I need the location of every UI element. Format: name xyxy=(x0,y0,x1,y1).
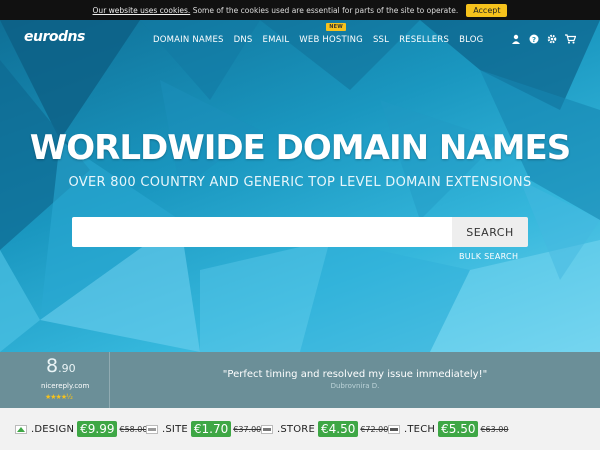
bulk-search-link[interactable]: BULK SEARCH xyxy=(459,252,518,261)
header-icons: ? xyxy=(510,34,576,47)
nav-domain-names[interactable]: DOMAIN NAMES xyxy=(153,35,224,45)
domain-search-input[interactable] xyxy=(72,217,452,247)
site-header: eurodns DOMAIN NAMES DNS EMAIL WEB HOSTI… xyxy=(0,20,600,60)
nav-blog[interactable]: BLOG xyxy=(459,35,483,45)
nav-resellers[interactable]: RESELLERS xyxy=(399,35,449,45)
user-icon[interactable] xyxy=(510,34,522,47)
cookie-text: Our website uses cookies. Some of the co… xyxy=(93,6,459,15)
old-price: €37.00 xyxy=(233,424,262,434)
nav-ssl[interactable]: SSL xyxy=(373,35,389,45)
promo-design[interactable]: .DESIGN €9.99 €58.00 xyxy=(15,419,147,439)
review-score-dec: .90 xyxy=(58,362,76,375)
help-icon[interactable]: ? xyxy=(528,34,540,47)
review-strip: 8.90 nicereply.com ★★★★½ "Perfect timing… xyxy=(0,352,600,408)
design-tld-icon xyxy=(15,424,27,434)
tld-name: .SITE xyxy=(162,423,188,435)
promo-price: €9.99 xyxy=(77,421,118,437)
promo-store[interactable]: .STORE €4.50 €72.00 xyxy=(261,419,388,439)
review-source[interactable]: nicereply.com xyxy=(41,382,89,390)
tld-name: .STORE xyxy=(277,423,315,435)
old-price: €63.00 xyxy=(480,424,509,434)
search-button[interactable]: SEARCH xyxy=(452,217,528,247)
review-quote: "Perfect timing and resolved my issue im… xyxy=(222,369,488,380)
promo-price: €4.50 xyxy=(317,421,359,437)
review-score-panel: 8.90 nicereply.com ★★★★½ xyxy=(0,352,110,408)
review-score: 8.90 xyxy=(46,355,76,377)
nav-web-hosting[interactable]: WEB HOSTING NEW xyxy=(299,23,363,45)
cookie-accept-button[interactable]: Accept xyxy=(466,3,508,17)
tld-promo-bar: .DESIGN €9.99 €58.00 .SITE €1.70 €37.00 … xyxy=(0,408,600,450)
old-price: €72.00 xyxy=(360,424,389,434)
hero-title: WORLDWIDE DOMAIN NAMES xyxy=(29,128,571,168)
svg-text:?: ? xyxy=(532,36,536,44)
tech-tld-icon xyxy=(388,424,400,434)
nav-email[interactable]: EMAIL xyxy=(263,35,290,45)
site-tld-icon xyxy=(146,424,158,434)
old-price: €58.00 xyxy=(119,424,148,434)
nav-web-hosting-label: WEB HOSTING xyxy=(299,35,363,45)
promo-site[interactable]: .SITE €1.70 €37.00 xyxy=(146,419,261,439)
cart-icon[interactable] xyxy=(564,34,576,47)
nav-dns[interactable]: DNS xyxy=(234,35,253,45)
promo-price: €1.70 xyxy=(190,421,232,437)
tld-name: .DESIGN xyxy=(31,423,75,435)
rating-stars: ★★★★½ xyxy=(45,393,73,401)
promo-tech[interactable]: .TECH €5.50 €63.00 xyxy=(388,419,508,439)
cookie-message: Some of the cookies used are essential f… xyxy=(192,5,459,15)
gear-icon[interactable] xyxy=(546,34,558,47)
promo-price: €5.50 xyxy=(438,421,479,437)
review-score-int: 8 xyxy=(46,355,59,377)
store-tld-icon xyxy=(261,424,273,434)
cookie-policy-link[interactable]: Our website uses cookies. xyxy=(93,6,191,15)
cookie-bar: Our website uses cookies. Some of the co… xyxy=(0,0,600,20)
eurodns-logo[interactable]: eurodns xyxy=(24,29,85,45)
hero-subtitle: OVER 800 COUNTRY AND GENERIC TOP LEVEL D… xyxy=(68,175,532,190)
new-badge: NEW xyxy=(326,23,347,31)
main-nav: DOMAIN NAMES DNS EMAIL WEB HOSTING NEW S… xyxy=(153,23,493,45)
tld-name: .TECH xyxy=(404,423,436,435)
review-author: Dubrovnira D. xyxy=(330,382,380,390)
